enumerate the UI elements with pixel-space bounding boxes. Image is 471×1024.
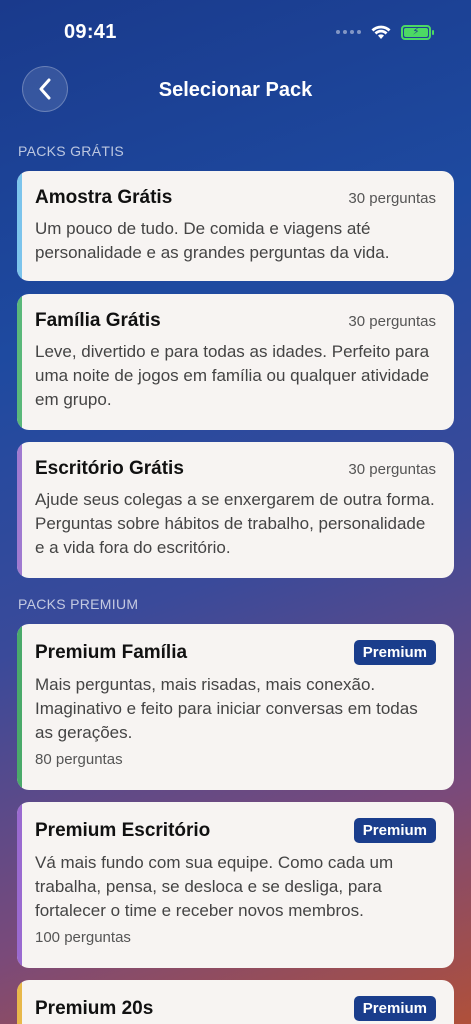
pack-count: 30 perguntas — [348, 460, 436, 478]
pack-card-premium-escritorio[interactable]: Premium Escritório Premium Vá mais fundo… — [17, 802, 454, 968]
pack-count: 80 perguntas — [35, 751, 123, 768]
pack-title: Família Grátis — [35, 310, 161, 331]
pack-description: Vá mais fundo com sua equipe. Como cada … — [35, 853, 394, 920]
pack-card-premium-20s[interactable]: Premium 20s Premium — [17, 980, 454, 1024]
pack-count: 100 perguntas — [35, 929, 131, 946]
battery-icon: ⚡ — [401, 24, 434, 40]
chevron-left-icon — [39, 78, 51, 100]
pack-title: Amostra Grátis — [35, 187, 173, 208]
pack-title: Escritório Grátis — [35, 458, 184, 479]
wifi-icon — [371, 25, 391, 39]
page-title: Selecionar Pack — [158, 78, 313, 101]
premium-badge: Premium — [353, 818, 436, 843]
pack-card-familia[interactable]: Família Grátis 30 perguntas Leve, divert… — [17, 294, 454, 430]
pack-card-premium-familia[interactable]: Premium Família Premium Mais perguntas, … — [17, 624, 454, 790]
pack-title: Premium 20s — [35, 997, 154, 1019]
status-icons: ⚡ — [336, 24, 434, 40]
pack-description: Ajude seus colegas a se enxergarem de ou… — [35, 490, 435, 557]
status-time: 09:41 — [64, 20, 117, 43]
pack-count: 30 perguntas — [348, 312, 436, 330]
section-label-free: PACKS GRÁTIS — [18, 143, 125, 159]
premium-badge: Premium — [353, 640, 436, 665]
pack-card-escritorio[interactable]: Escritório Grátis 30 perguntas Ajude seu… — [17, 442, 454, 578]
pack-description: Um pouco de tudo. De comida e viagens at… — [35, 219, 390, 262]
premium-badge: Premium — [353, 996, 436, 1021]
nav-bar: Selecionar Pack — [0, 64, 471, 116]
section-label-premium: PACKS PREMIUM — [18, 596, 139, 612]
status-bar: 09:41 ⚡ — [0, 0, 471, 64]
signal-icon — [336, 30, 361, 34]
pack-count: 30 perguntas — [348, 189, 436, 207]
pack-description: Leve, divertido e para todas as idades. … — [35, 342, 430, 409]
pack-title: Premium Família — [35, 641, 188, 663]
back-button[interactable] — [22, 66, 68, 112]
pack-title: Premium Escritório — [35, 819, 211, 841]
pack-description: Mais perguntas, mais risadas, mais conex… — [35, 675, 418, 742]
pack-card-amostra[interactable]: Amostra Grátis 30 perguntas Um pouco de … — [17, 171, 454, 281]
